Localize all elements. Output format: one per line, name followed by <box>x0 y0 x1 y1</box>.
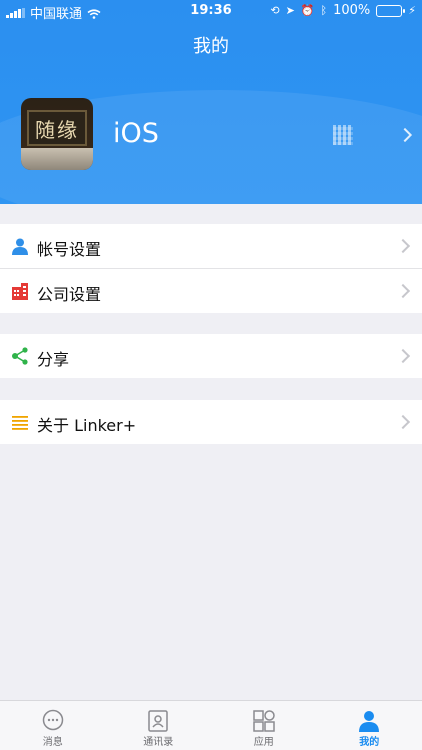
about-row[interactable]: 关于 Linker+ <box>0 400 422 444</box>
tab-bar: 消息 通讯录 应用 我的 <box>0 700 422 750</box>
share-group: 分享 <box>0 334 422 378</box>
tab-messages[interactable]: 消息 <box>0 701 106 750</box>
company-settings-label: 公司设置 <box>37 285 102 304</box>
chevron-right-icon <box>395 414 411 430</box>
charging-icon: ⚡ <box>408 4 416 17</box>
about-group: 关于 Linker+ <box>0 400 422 444</box>
screen-lock-icon: ⟲ <box>270 4 280 17</box>
tab-me[interactable]: 我的 <box>317 701 422 750</box>
list-lines-icon <box>11 413 29 431</box>
avatar[interactable]: 随缘 <box>21 98 93 170</box>
share-label: 分享 <box>37 350 70 369</box>
battery-percent: 100% <box>333 3 371 18</box>
chevron-right-icon <box>395 238 411 254</box>
location-icon: ➤ <box>285 4 295 17</box>
share-icon <box>11 347 29 365</box>
apps-icon <box>252 709 276 733</box>
me-icon <box>357 709 381 733</box>
tab-label: 通讯录 <box>143 737 174 748</box>
tab-apps[interactable]: 应用 <box>211 701 317 750</box>
status-bar: 中国联通 19:36 ⟲ ➤ ⏰ ᛒ 100% ⚡ <box>0 0 422 22</box>
building-icon <box>11 282 29 300</box>
about-label: 关于 Linker+ <box>37 416 137 435</box>
message-icon <box>41 709 65 733</box>
settings-group: 帐号设置 公司设置 <box>0 224 422 313</box>
tab-label: 消息 <box>42 737 63 748</box>
alarm-icon: ⏰ <box>300 4 315 17</box>
avatar-plaque-image: 随缘 <box>27 110 87 146</box>
contacts-icon <box>146 709 170 733</box>
tab-label: 我的 <box>359 737 380 748</box>
account-settings-label: 帐号设置 <box>37 240 102 259</box>
tab-contacts[interactable]: 通讯录 <box>106 701 212 750</box>
page-title: 我的 <box>193 36 229 57</box>
chevron-right-icon <box>395 283 411 299</box>
account-settings-row[interactable]: 帐号设置 <box>0 224 422 268</box>
username[interactable]: iOS <box>113 118 159 149</box>
share-row[interactable]: 分享 <box>0 334 422 378</box>
person-icon <box>11 237 29 255</box>
qrcode-icon[interactable] <box>333 125 353 145</box>
company-settings-row[interactable]: 公司设置 <box>0 269 422 313</box>
chevron-right-icon <box>395 348 411 364</box>
tab-label: 应用 <box>253 737 274 748</box>
bluetooth-icon: ᛒ <box>320 4 328 17</box>
profile-header: 中国联通 19:36 ⟲ ➤ ⏰ ᛒ 100% ⚡ 我的 随缘 iOS <box>0 0 422 204</box>
battery-icon <box>376 4 406 17</box>
